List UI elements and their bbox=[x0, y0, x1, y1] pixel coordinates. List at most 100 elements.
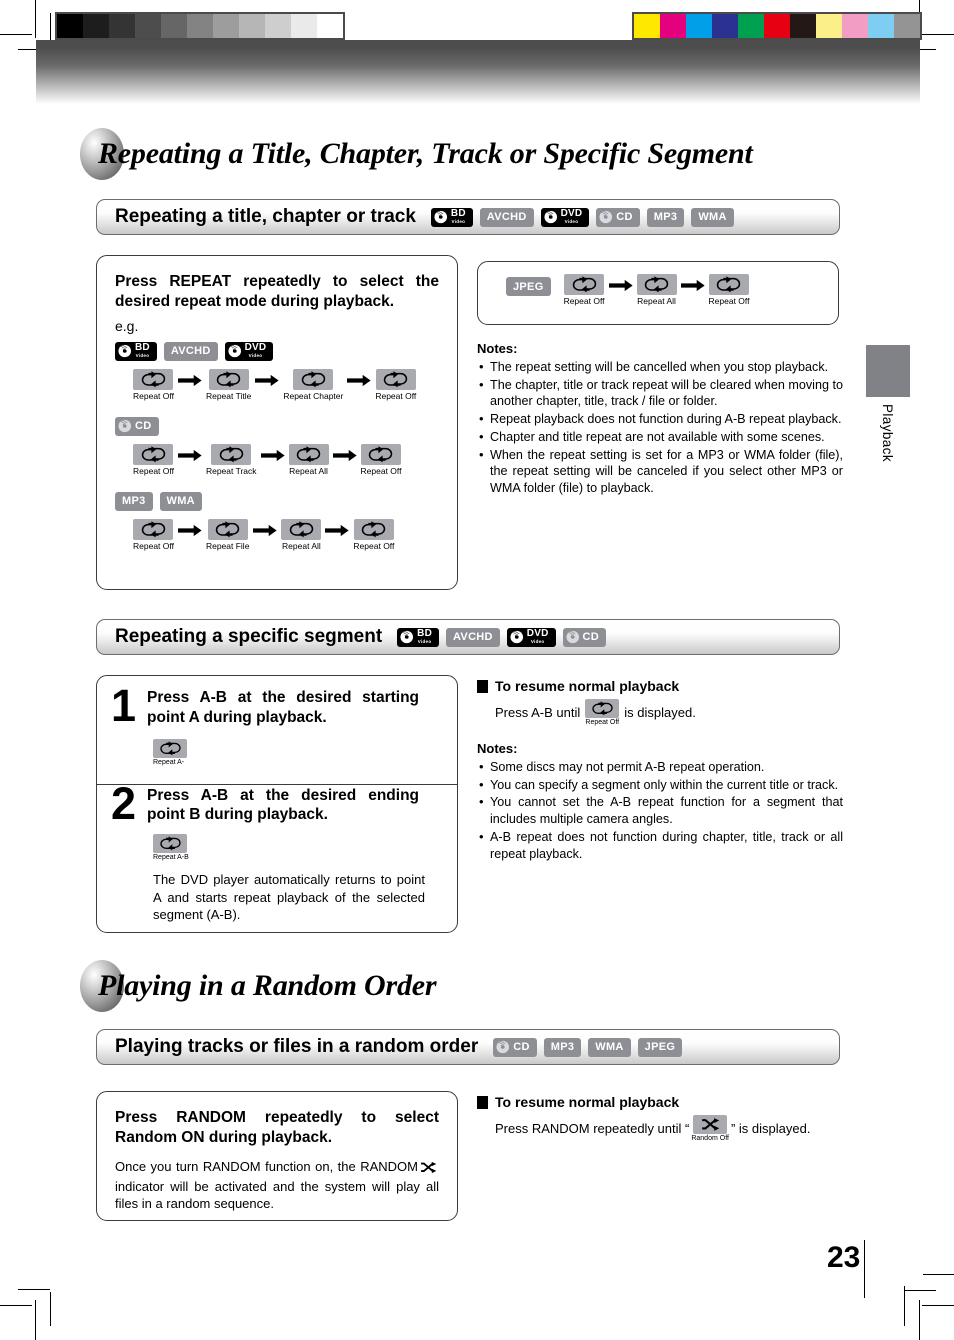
repeat-loop-glyph bbox=[644, 276, 669, 293]
shuffle-glyph bbox=[701, 1118, 719, 1131]
step-number: 1 bbox=[111, 680, 137, 731]
chip-label: Repeat File bbox=[205, 540, 250, 551]
side-tab-marker bbox=[866, 345, 910, 397]
chapter-title-text: Playing in a Random Order bbox=[98, 969, 437, 1002]
repeat-loop-glyph bbox=[289, 520, 314, 538]
color-swatch bbox=[634, 14, 660, 38]
color-swatch bbox=[738, 14, 764, 38]
section-header-random-order: Playing tracks or files in a random orde… bbox=[96, 1029, 840, 1065]
flow-media-badges: BD Video AVCHD DVD Video bbox=[115, 341, 439, 361]
repeat-state-chip: Repeat A- bbox=[153, 738, 441, 766]
repeat-loop-glyph bbox=[296, 445, 321, 463]
chip-label: Repeat All bbox=[282, 540, 321, 551]
resume-heading-row: To resume normal playback bbox=[477, 678, 843, 694]
note-item: The chapter, title or track repeat will … bbox=[477, 376, 843, 410]
media-badge-avchd: AVCHD bbox=[479, 207, 534, 227]
repeat-loop-icon bbox=[564, 274, 605, 295]
example-label: e.g. bbox=[115, 317, 139, 334]
grayscale-swatch bbox=[109, 14, 135, 38]
disc-icon bbox=[228, 344, 241, 358]
step-divider bbox=[97, 784, 457, 785]
repeat-loop-glyph bbox=[159, 836, 181, 851]
color-swatch bbox=[712, 14, 738, 38]
chip-label: Repeat All bbox=[289, 465, 328, 476]
repeat-loop-glyph bbox=[384, 370, 408, 388]
media-badge-bd-video: BD Video bbox=[397, 627, 439, 647]
step-number: 2 bbox=[111, 777, 137, 829]
page-number: 23 bbox=[827, 1241, 861, 1274]
chip-label: Repeat Off bbox=[585, 719, 620, 726]
media-badge-dvd-video: DVD Video bbox=[540, 207, 590, 227]
media-badge-jpeg: JPEG bbox=[506, 277, 551, 296]
step-text: Press A-B at the desired starting point … bbox=[147, 689, 420, 726]
disc-icon bbox=[565, 630, 579, 644]
media-badge-cd: CD bbox=[562, 627, 607, 647]
chip-label: Repeat Off bbox=[133, 540, 174, 551]
repeat-state-chip: Repeat Off bbox=[133, 368, 174, 401]
random-state-chip: Random Off bbox=[691, 1115, 729, 1142]
chip-label: Repeat Off bbox=[133, 390, 174, 401]
repeat-loop-icon bbox=[708, 274, 749, 295]
grayscale-calibration-strip bbox=[55, 12, 345, 40]
grayscale-swatch bbox=[291, 14, 317, 38]
arrow-right-icon bbox=[325, 524, 350, 536]
repeat-state-chip: Repeat Off bbox=[361, 443, 401, 476]
crop-mark bbox=[922, 1305, 954, 1306]
crop-mark bbox=[35, 0, 36, 38]
media-badge-cd: CD bbox=[115, 416, 159, 436]
ab-steps-box: 1 Press A-B at the desired starting poin… bbox=[96, 675, 458, 933]
crop-mark bbox=[923, 1274, 954, 1275]
repeat-loop-icon bbox=[133, 518, 174, 540]
page-number-rule bbox=[864, 1240, 865, 1298]
repeat-loop-icon bbox=[288, 443, 329, 465]
media-badge-wma: WMA bbox=[691, 207, 734, 227]
ab-step-2: 2 Press A-B at the desired ending point … bbox=[97, 774, 457, 932]
resume-instruction-row: Press A-B until Repeat Off is displayed. bbox=[495, 699, 843, 726]
repeat-state-sequence: Repeat Off Repeat Title Repeat Chapter Repe… bbox=[133, 368, 439, 401]
repeat-loop-glyph bbox=[141, 370, 166, 388]
repeat-state-sequence: Repeat Off Repeat File Repeat All Repeat Of… bbox=[133, 518, 439, 551]
crop-mark bbox=[922, 34, 954, 35]
media-badge-mp3: MP3 bbox=[543, 1037, 582, 1057]
repeat-loop-glyph bbox=[219, 445, 243, 463]
flow-media-badges: MP3 WMA bbox=[115, 491, 439, 511]
random-body-text: Once you turn RANDOM function on, the RA… bbox=[115, 1158, 439, 1213]
section-title-text: Repeating a specific segment bbox=[115, 626, 383, 647]
shuffle-icon bbox=[420, 1161, 437, 1178]
media-badge-label: DVD Video bbox=[560, 208, 583, 225]
chip-label: Repeat Title bbox=[205, 390, 252, 401]
resume-instruction-row: Press RANDOM repeatedly until “ Random O… bbox=[495, 1115, 857, 1142]
shuffle-icon bbox=[693, 1115, 728, 1134]
resume-prefix-text: Press RANDOM repeatedly until “ bbox=[495, 1121, 690, 1136]
ab-notes-block: Notes: Some discs may not permit A-B rep… bbox=[477, 741, 843, 863]
color-swatch bbox=[790, 14, 816, 38]
media-badge-label: CD bbox=[582, 631, 600, 643]
crop-mark bbox=[904, 1286, 905, 1326]
note-item: You can specify a segment only within th… bbox=[477, 776, 843, 794]
section-title-text: Repeating a title, chapter or track bbox=[115, 206, 416, 227]
media-badge-cd: CD bbox=[596, 207, 640, 227]
disc-icon bbox=[434, 210, 447, 224]
grayscale-swatch bbox=[83, 14, 109, 38]
repeat-loop-glyph bbox=[362, 520, 386, 538]
media-badge-bd-video: BD Video bbox=[115, 341, 157, 361]
repeat-loop-icon bbox=[293, 368, 334, 390]
section-header-specific-segment: Repeating a specific segment BD Video AVCH… bbox=[96, 619, 840, 655]
square-bullet-icon bbox=[477, 1095, 488, 1109]
media-badge-label: CD bbox=[513, 1041, 530, 1053]
media-badge-mp3: MP3 bbox=[115, 491, 153, 511]
repeat-state-chip: Repeat All bbox=[281, 518, 322, 551]
manual-page: Repeating a Title, Chapter, Track or Spe… bbox=[0, 0, 954, 1340]
notes-heading: Notes: bbox=[477, 341, 518, 356]
resume-prefix-text: Press A-B until bbox=[495, 705, 581, 720]
media-badge-avchd: AVCHD bbox=[446, 627, 500, 647]
media-badge-row: CD MP3 WMA JPEG bbox=[493, 1037, 683, 1057]
arrow-right-icon bbox=[260, 449, 285, 461]
color-swatch bbox=[660, 14, 686, 38]
repeat-loop-icon bbox=[207, 518, 248, 540]
random-body-post: indicator will be activated and the syst… bbox=[115, 1179, 439, 1212]
disc-icon bbox=[544, 210, 557, 224]
step-body-text: The DVD player automatically returns to … bbox=[153, 872, 425, 923]
repeat-notes-block: Notes: The repeat setting will be cancel… bbox=[477, 341, 843, 498]
repeat-loop-icon bbox=[636, 274, 677, 295]
